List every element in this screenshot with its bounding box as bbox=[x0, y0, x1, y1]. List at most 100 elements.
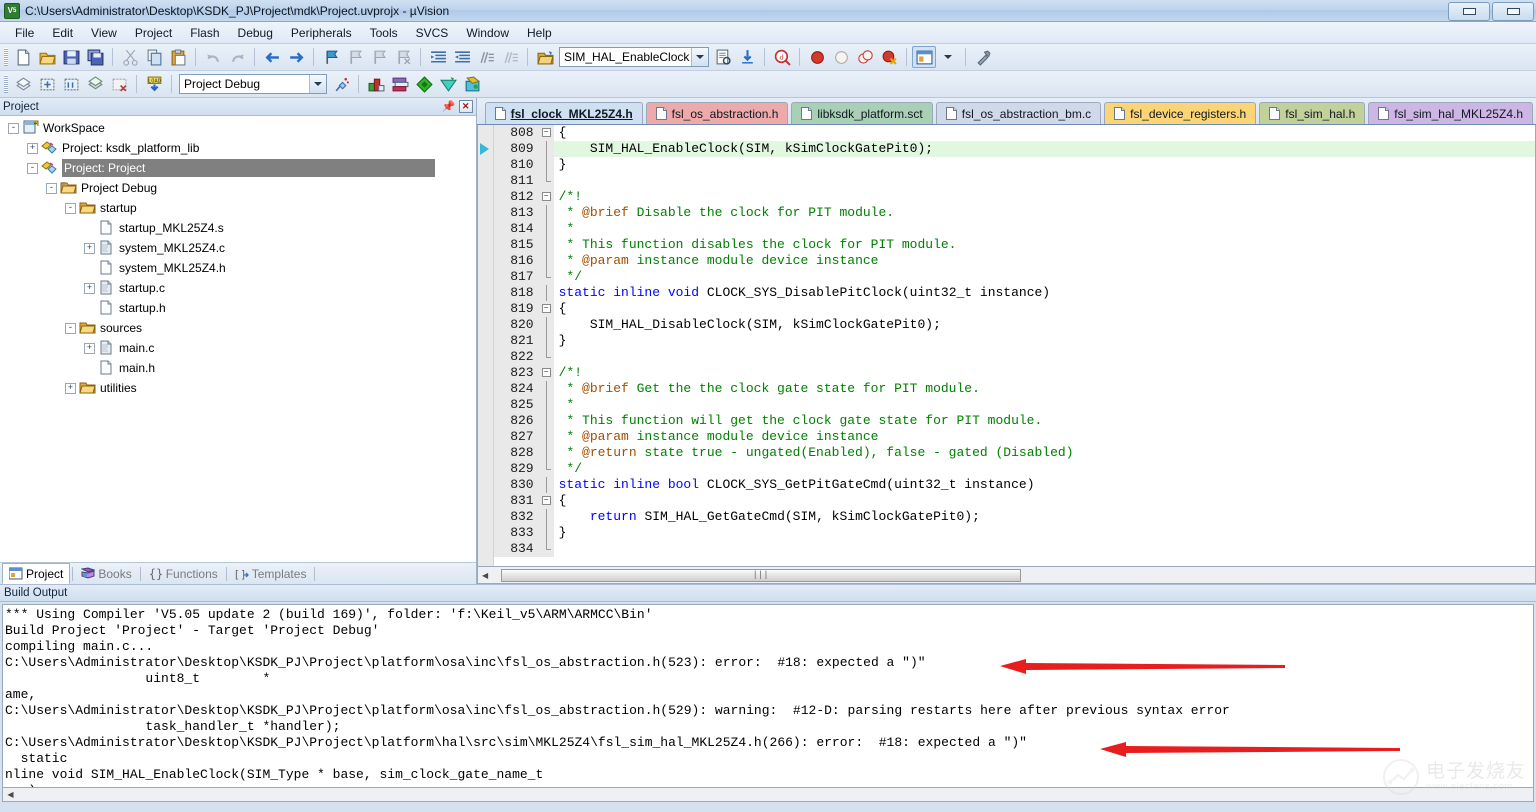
pack-installer-button[interactable] bbox=[412, 73, 436, 95]
expand-toggle-icon[interactable]: + bbox=[65, 382, 76, 394]
tree-item-startup-h[interactable]: startup.h bbox=[0, 298, 476, 318]
tree-item-project-ksdk-platform-lib[interactable]: + Project: ksdk_platform_lib bbox=[0, 138, 476, 158]
target-options-button[interactable] bbox=[329, 73, 353, 95]
menu-item-debug[interactable]: Debug bbox=[229, 24, 282, 42]
panel-tab-functions[interactable]: {} Functions bbox=[143, 565, 224, 583]
insert-breakpoint-button[interactable] bbox=[805, 46, 829, 68]
code-line[interactable]: 811 bbox=[493, 173, 1535, 189]
toolbar-grip-2[interactable] bbox=[4, 75, 8, 93]
pin-icon[interactable]: 📌 bbox=[442, 100, 456, 113]
browse-symbol-button[interactable]: d bbox=[770, 46, 794, 68]
code-lines[interactable]: 808−{809 SIM_HAL_EnableClock(SIM, kSimCl… bbox=[493, 125, 1535, 566]
build-output-body[interactable]: *** Using Compiler 'V5.05 update 2 (buil… bbox=[2, 604, 1534, 788]
toolbar-primary[interactable]: SIM_HAL_EnableClock d bbox=[0, 44, 1536, 71]
code-line[interactable]: 819−{ bbox=[493, 301, 1535, 317]
code-line[interactable]: 816 * @param instance module device inst… bbox=[493, 253, 1535, 269]
navigate-back-button[interactable] bbox=[260, 46, 284, 68]
hscroll-track[interactable]: ||| bbox=[492, 567, 1535, 583]
project-tree[interactable]: - WorkSpace + Project: ksdk_platform_lib - Pr… bbox=[0, 116, 476, 562]
code-line[interactable]: 808−{ bbox=[493, 125, 1535, 141]
tree-item-utilities[interactable]: + utilities bbox=[0, 378, 476, 398]
code-line[interactable]: 822 bbox=[493, 349, 1535, 365]
code-line[interactable]: 820 SIM_HAL_DisableClock(SIM, kSimClockG… bbox=[493, 317, 1535, 333]
tree-item-project-debug[interactable]: - Project Debug bbox=[0, 178, 476, 198]
window-layout-button[interactable] bbox=[912, 46, 936, 68]
tree-item-main-h[interactable]: main.h bbox=[0, 358, 476, 378]
code-line[interactable]: 809 SIM_HAL_EnableClock(SIM, kSimClockGa… bbox=[493, 141, 1535, 157]
cut-button[interactable] bbox=[118, 46, 142, 68]
find-in-files-button[interactable] bbox=[711, 46, 735, 68]
menu-bar[interactable]: File Edit View Project Flash Debug Peripherals… bbox=[0, 22, 1536, 44]
comment-button[interactable] bbox=[474, 46, 498, 68]
save-all-button[interactable] bbox=[83, 46, 107, 68]
debug-settings-button[interactable] bbox=[436, 73, 460, 95]
code-line[interactable]: 817 */ bbox=[493, 269, 1535, 285]
code-line[interactable]: 810} bbox=[493, 157, 1535, 173]
scroll-left-icon[interactable]: ◀ bbox=[478, 568, 493, 583]
menu-item-view[interactable]: View bbox=[82, 24, 126, 42]
close-icon[interactable]: ✕ bbox=[458, 100, 473, 113]
code-line[interactable]: 815 * This function disables the clock f… bbox=[493, 237, 1535, 253]
expand-toggle-icon[interactable]: + bbox=[84, 282, 95, 294]
tree-item-system-mkl25z4-c[interactable]: + system_MKL25Z4.c bbox=[0, 238, 476, 258]
rebuild-button[interactable] bbox=[35, 73, 59, 95]
menu-item-peripherals[interactable]: Peripherals bbox=[282, 24, 361, 42]
fold-marker[interactable]: − bbox=[539, 189, 554, 205]
paste-button[interactable] bbox=[166, 46, 190, 68]
code-line[interactable]: 826 * This function will get the clock g… bbox=[493, 413, 1535, 429]
code-line[interactable]: 818 static inline void CLOCK_SYS_DisableP… bbox=[493, 285, 1535, 301]
build-scroll-left-icon[interactable]: ◀ bbox=[3, 787, 18, 802]
save-button[interactable] bbox=[59, 46, 83, 68]
tree-item-sources[interactable]: - sources bbox=[0, 318, 476, 338]
open-file-button[interactable] bbox=[35, 46, 59, 68]
toolbar-grip[interactable] bbox=[4, 48, 8, 66]
close-window-button[interactable] bbox=[1492, 2, 1534, 21]
build-button[interactable] bbox=[11, 73, 35, 95]
bookmark-toggle-button[interactable] bbox=[319, 46, 343, 68]
window-layout-dropdown[interactable] bbox=[936, 46, 960, 68]
menu-item-svcs[interactable]: SVCS bbox=[407, 24, 458, 42]
expand-toggle-icon[interactable]: + bbox=[84, 242, 95, 254]
chevron-down-icon-2[interactable] bbox=[309, 75, 326, 93]
chevron-down-icon[interactable] bbox=[691, 48, 708, 66]
expand-toggle-icon[interactable]: + bbox=[84, 342, 95, 354]
tree-item-workspace[interactable]: - WorkSpace bbox=[0, 118, 476, 138]
panel-tab-books[interactable]: Books bbox=[75, 565, 137, 583]
panel-tab-project[interactable]: Project bbox=[2, 563, 71, 584]
build-output-hscrollbar[interactable]: ◀ bbox=[2, 788, 1534, 802]
find-combo[interactable]: SIM_HAL_EnableClock bbox=[559, 47, 709, 67]
expand-toggle-icon[interactable]: + bbox=[27, 142, 38, 154]
code-line[interactable]: 824 * @brief Get the the clock gate stat… bbox=[493, 381, 1535, 397]
stop-build-button[interactable] bbox=[107, 73, 131, 95]
undo-button[interactable] bbox=[201, 46, 225, 68]
window-controls[interactable] bbox=[1448, 2, 1536, 21]
code-line[interactable]: 834 bbox=[493, 541, 1535, 557]
collapse-toggle-icon[interactable]: - bbox=[46, 182, 57, 194]
code-line[interactable]: 828 * @return state true - ungated(Enabl… bbox=[493, 445, 1535, 461]
code-line[interactable]: 812−/*! bbox=[493, 189, 1535, 205]
translate-button[interactable] bbox=[83, 73, 107, 95]
target-select[interactable]: Project Debug bbox=[179, 74, 327, 94]
configure-tools-button[interactable] bbox=[971, 46, 995, 68]
multi-project-button[interactable] bbox=[388, 73, 412, 95]
editor-tab-fsl-clock-mkl25z4-h[interactable]: fsl_clock_MKL25Z4.h bbox=[484, 102, 643, 124]
editor-tab-fsl-os-abstraction-bm-c[interactable]: fsl_os_abstraction_bm.c bbox=[935, 102, 1102, 124]
indent-button[interactable] bbox=[426, 46, 450, 68]
code-line[interactable]: 830 static inline bool CLOCK_SYS_GetPitGa… bbox=[493, 477, 1535, 493]
code-editor[interactable]: 808−{809 SIM_HAL_EnableClock(SIM, kSimCl… bbox=[476, 125, 1536, 567]
menu-item-file[interactable]: File bbox=[6, 24, 43, 42]
editor-hscrollbar[interactable]: ◀ ||| bbox=[476, 567, 1536, 584]
tree-item-startup-c[interactable]: + startup.c bbox=[0, 278, 476, 298]
editor-tab-fsl-os-abstraction-h[interactable]: fsl_os_abstraction.h bbox=[645, 102, 789, 124]
disable-all-breakpoints-button[interactable] bbox=[877, 46, 901, 68]
tree-item-system-mkl25z4-h[interactable]: system_MKL25Z4.h bbox=[0, 258, 476, 278]
copy-button[interactable] bbox=[142, 46, 166, 68]
menu-item-window[interactable]: Window bbox=[457, 24, 518, 42]
menu-item-help[interactable]: Help bbox=[518, 24, 561, 42]
menu-item-flash[interactable]: Flash bbox=[181, 24, 228, 42]
kill-all-breakpoints-button[interactable] bbox=[853, 46, 877, 68]
fold-marker[interactable]: − bbox=[539, 301, 554, 317]
editor-marker-gutter[interactable] bbox=[477, 125, 494, 566]
code-line[interactable]: 825 * bbox=[493, 397, 1535, 413]
editor-tab-bar[interactable]: fsl_clock_MKL25Z4.h fsl_os_abstraction.h l… bbox=[476, 98, 1536, 125]
